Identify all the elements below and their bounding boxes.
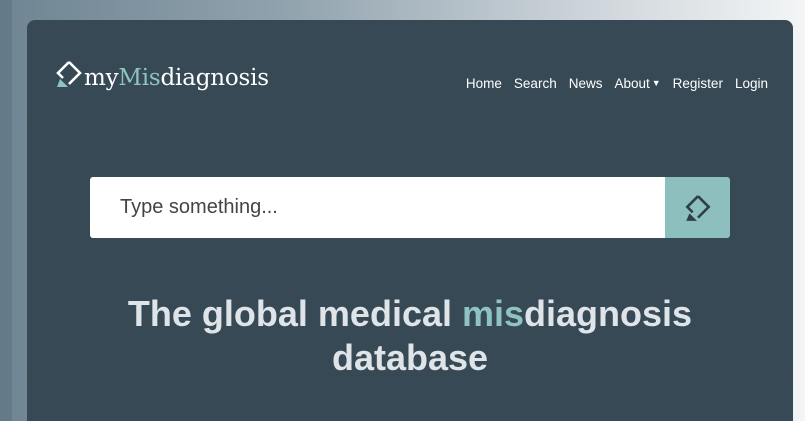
headline-accent: mis	[462, 293, 525, 334]
diamond-arrow-icon	[684, 194, 711, 221]
nav-news[interactable]: News	[569, 76, 603, 91]
logo-suffix: diagnosis	[160, 65, 270, 91]
search-button[interactable]	[665, 177, 730, 238]
nav-register[interactable]: Register	[673, 76, 723, 91]
nav-login[interactable]: Login	[735, 76, 768, 91]
logo-text: myMisdiagnosis	[84, 67, 269, 94]
logo-prefix: my	[84, 65, 119, 91]
search-bar	[90, 177, 730, 238]
site-logo[interactable]: myMisdiagnosis	[54, 50, 269, 94]
headline-line-2: database	[331, 337, 489, 378]
headline-part-2: diagnosis	[524, 293, 693, 334]
top-nav: Home Search News About ▼ Register Login	[466, 76, 768, 91]
hero-headline: The global medical misdiagnosis database	[27, 292, 793, 380]
nav-about-dropdown[interactable]: About ▼	[614, 76, 660, 91]
diamond-arrow-icon	[56, 61, 82, 87]
nav-search[interactable]: Search	[514, 76, 557, 91]
search-input[interactable]	[90, 177, 665, 238]
nav-about-label: About	[614, 76, 650, 91]
left-edge-strip	[0, 0, 12, 421]
logo-accent: Mis	[118, 65, 161, 91]
caret-down-icon: ▼	[651, 78, 661, 88]
headline-part-1: The global medical	[127, 293, 462, 334]
nav-home[interactable]: Home	[466, 76, 502, 91]
